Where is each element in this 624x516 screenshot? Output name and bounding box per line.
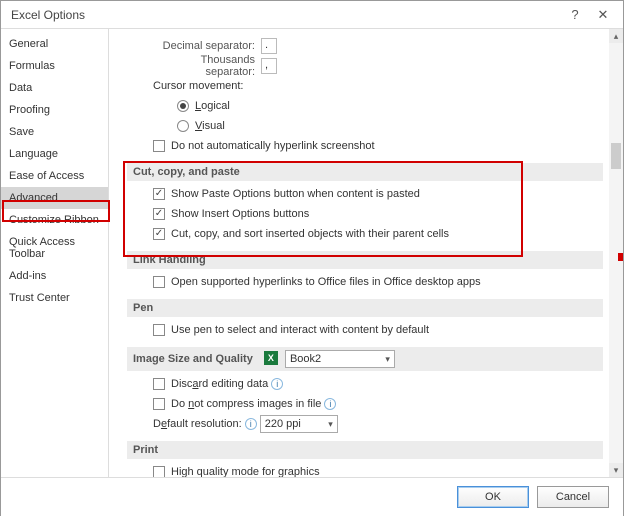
section-cut-copy-paste: Cut, copy, and paste: [127, 163, 603, 181]
footer: OK Cancel: [1, 477, 623, 516]
cursor-visual-row[interactable]: Visual: [177, 117, 603, 135]
section-image-size-quality: Image Size and Quality X Book2▾: [127, 347, 603, 371]
section-print: Print: [127, 441, 603, 459]
no-hyperlink-label: Do not automatically hyperlink screensho…: [171, 140, 375, 152]
excel-icon: X: [264, 351, 278, 365]
sidebar-item-advanced[interactable]: Advanced: [1, 187, 108, 209]
decimal-separator-row: Decimal separator: .: [153, 37, 603, 55]
window-title: Excel Options: [11, 8, 561, 22]
pen-opt-label: Use pen to select and interact with cont…: [171, 324, 429, 336]
workbook-dropdown[interactable]: Book2▾: [285, 350, 395, 368]
ccp-opt3-label: Cut, copy, and sort inserted objects wit…: [171, 228, 449, 240]
sidebar-item-data[interactable]: Data: [1, 77, 108, 99]
titlebar: Excel Options ? ✕: [1, 1, 623, 29]
ccp-paste-options-row[interactable]: Show Paste Options button when content i…: [153, 185, 603, 203]
cancel-button[interactable]: Cancel: [537, 486, 609, 508]
sidebar-item-trust-center[interactable]: Trust Center: [1, 287, 108, 309]
info-icon[interactable]: i: [324, 398, 336, 410]
checkbox-show-insert-options[interactable]: [153, 208, 165, 220]
link-open-row[interactable]: Open supported hyperlinks to Office file…: [153, 273, 603, 291]
no-hyperlink-row[interactable]: Do not automatically hyperlink screensho…: [153, 137, 603, 155]
radio-visual[interactable]: [177, 120, 189, 132]
checkbox-show-paste-options[interactable]: [153, 188, 165, 200]
link-opt-label: Open supported hyperlinks to Office file…: [171, 276, 481, 288]
ccp-opt1-label: Show Paste Options button when content i…: [171, 188, 420, 200]
sidebar-item-formulas[interactable]: Formulas: [1, 55, 108, 77]
checkbox-pen-select[interactable]: [153, 324, 165, 336]
scrollbar-marker: [618, 253, 623, 261]
cursor-movement-label: Cursor movement:: [153, 77, 603, 95]
checkbox-no-hyperlink[interactable]: [153, 140, 165, 152]
sidebar-item-language[interactable]: Language: [1, 143, 108, 165]
radio-visual-label: Visual: [195, 120, 225, 132]
decimal-separator-label: Decimal separator:: [153, 40, 261, 52]
ccp-opt2-label: Show Insert Options buttons: [171, 208, 309, 220]
sidebar-item-general[interactable]: General: [1, 33, 108, 55]
radio-logical-label: Logical: [195, 100, 230, 112]
content-pane-wrap: Decimal separator: . Thousands separator…: [109, 29, 623, 477]
checkbox-high-quality[interactable]: [153, 466, 165, 477]
scroll-up-arrow[interactable]: ▴: [609, 29, 623, 43]
cursor-logical-row[interactable]: Logical: [177, 97, 603, 115]
section-link-handling: Link Handling: [127, 251, 603, 269]
decimal-separator-input[interactable]: .: [261, 38, 277, 54]
discard-editing-row[interactable]: Discard editing data i: [153, 375, 603, 393]
sidebar-item-proofing[interactable]: Proofing: [1, 99, 108, 121]
discard-label: Discard editing data: [171, 378, 268, 390]
chevron-down-icon: ▾: [377, 354, 390, 365]
pen-row[interactable]: Use pen to select and interact with cont…: [153, 321, 603, 339]
section-pen: Pen: [127, 299, 603, 317]
default-resolution-label: Default resolution:: [153, 418, 242, 430]
print-opt-label: High quality mode for graphics: [171, 466, 320, 477]
scroll-down-arrow[interactable]: ▾: [609, 463, 623, 477]
thousands-separator-input[interactable]: ,: [261, 58, 277, 74]
ccp-sort-objects-row[interactable]: Cut, copy, and sort inserted objects wit…: [153, 225, 603, 243]
main-area: General Formulas Data Proofing Save Lang…: [1, 29, 623, 477]
checkbox-discard-editing[interactable]: [153, 378, 165, 390]
scroll-thumb[interactable]: [611, 143, 621, 169]
category-sidebar: General Formulas Data Proofing Save Lang…: [1, 29, 109, 477]
print-hq-row[interactable]: High quality mode for graphics: [153, 463, 603, 477]
default-resolution-row: Default resolution: i 220 ppi▾: [153, 415, 603, 433]
default-resolution-dropdown[interactable]: 220 ppi▾: [260, 415, 338, 433]
sidebar-item-ease-of-access[interactable]: Ease of Access: [1, 165, 108, 187]
thousands-separator-row: Thousands separator: ,: [153, 57, 603, 75]
help-button[interactable]: ?: [561, 7, 589, 22]
ccp-insert-options-row[interactable]: Show Insert Options buttons: [153, 205, 603, 223]
sidebar-item-add-ins[interactable]: Add-ins: [1, 265, 108, 287]
checkbox-sort-objects[interactable]: [153, 228, 165, 240]
content-pane: Decimal separator: . Thousands separator…: [109, 29, 609, 477]
info-icon[interactable]: i: [271, 378, 283, 390]
chevron-down-icon: ▾: [320, 419, 333, 430]
radio-logical[interactable]: [177, 100, 189, 112]
info-icon[interactable]: i: [245, 418, 257, 430]
thousands-separator-label: Thousands separator:: [153, 54, 261, 78]
no-compress-row[interactable]: Do not compress images in file i: [153, 395, 603, 413]
checkbox-no-compress[interactable]: [153, 398, 165, 410]
no-compress-label: Do not compress images in file: [171, 398, 321, 410]
sidebar-item-customize-ribbon[interactable]: Customize Ribbon: [1, 209, 108, 231]
sidebar-item-quick-access-toolbar[interactable]: Quick Access Toolbar: [1, 231, 108, 265]
ok-button[interactable]: OK: [457, 486, 529, 508]
close-button[interactable]: ✕: [589, 7, 617, 23]
sidebar-item-save[interactable]: Save: [1, 121, 108, 143]
checkbox-open-hyperlinks[interactable]: [153, 276, 165, 288]
